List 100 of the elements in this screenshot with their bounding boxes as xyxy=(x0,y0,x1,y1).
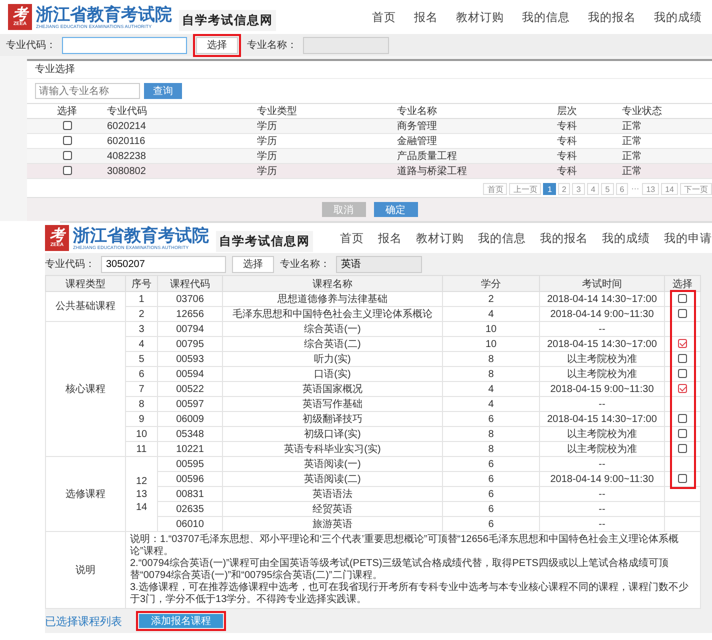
column-header: 选择 xyxy=(664,276,700,292)
checkbox[interactable] xyxy=(62,121,72,130)
field-label: 专业代码： xyxy=(45,258,95,271)
table-cell: 05348 xyxy=(158,426,222,442)
page-button[interactable]: 下一页 xyxy=(680,183,712,195)
checkbox[interactable] xyxy=(678,369,687,378)
nav-link[interactable]: 我的信息 xyxy=(478,230,526,246)
site-name: 自学考试信息网 xyxy=(216,230,313,252)
nav-link[interactable]: 教材订购 xyxy=(416,230,464,246)
table-cell: 以主考院校为准 xyxy=(540,366,664,382)
name-field[interactable] xyxy=(303,36,389,54)
checkbox[interactable] xyxy=(678,444,687,454)
table-cell: 2 xyxy=(126,306,158,322)
table-cell: 道路与桥梁工程 xyxy=(397,164,557,178)
table-cell: 学历 xyxy=(257,148,397,164)
column-header: 考试时间 xyxy=(540,276,664,292)
select-button[interactable]: 选择 xyxy=(196,36,238,54)
table-cell: 4082238 xyxy=(107,148,257,164)
table-cell: 以主考院校为准 xyxy=(540,442,664,456)
nav-link[interactable]: 我的成绩 xyxy=(602,230,650,246)
checkbox[interactable] xyxy=(678,339,687,348)
table-cell: 2018-04-14 14:30~17:00 xyxy=(540,292,664,306)
table-cell: 4 xyxy=(442,396,540,412)
code-field[interactable]: 3050207 xyxy=(101,256,226,272)
table-cell: 6020214 xyxy=(107,118,257,134)
table-cell: 10 xyxy=(126,426,158,442)
table-cell: 商务管理 xyxy=(397,118,557,134)
table-cell: 3 xyxy=(126,322,158,336)
nav-link[interactable]: 我的报名 xyxy=(540,230,588,246)
table-cell: 4 xyxy=(442,382,540,396)
table-cell: 学历 xyxy=(257,164,397,178)
table-cell: 6 xyxy=(442,486,540,502)
page-button[interactable]: 3 xyxy=(572,183,585,195)
table-cell: 初级翻译技巧 xyxy=(222,412,442,426)
checkbox[interactable] xyxy=(678,354,687,364)
table-cell: 4 xyxy=(126,336,158,352)
page-button[interactable]: 上一页 xyxy=(509,183,542,195)
nav-link[interactable]: 首页 xyxy=(372,10,396,24)
column-header: 课程类型 xyxy=(46,276,126,292)
nav-link[interactable]: 我的信息 xyxy=(522,10,570,24)
checkbox[interactable] xyxy=(62,151,72,160)
checkbox[interactable] xyxy=(678,384,687,394)
table-cell: 11 xyxy=(126,442,158,456)
column-header: 专业类型 xyxy=(257,104,397,118)
nav-link[interactable]: 我的成绩 xyxy=(654,10,702,24)
table-cell: 3080802 xyxy=(107,164,257,178)
logo-mark: 考 xyxy=(50,228,64,243)
table-cell: 6 xyxy=(442,412,540,426)
table-cell: 产品质量工程 xyxy=(397,148,557,164)
page-button[interactable]: 4 xyxy=(586,183,600,195)
table-cell: 00597 xyxy=(158,396,222,412)
page-button[interactable]: 首页 xyxy=(483,183,508,195)
page-button[interactable]: 14 xyxy=(661,183,678,195)
nav-link[interactable]: 报名 xyxy=(414,10,438,24)
table-cell: 以主考院校为准 xyxy=(540,352,664,366)
table-cell: 2018-04-15 14:30~17:00 xyxy=(540,412,664,426)
table-cell: 00522 xyxy=(158,382,222,396)
nav-link[interactable]: 报名 xyxy=(378,230,402,246)
table-cell: 专科 xyxy=(557,148,622,164)
table-cell: 12656 xyxy=(158,306,222,322)
select-button[interactable]: 选择 xyxy=(232,256,274,272)
code-field[interactable] xyxy=(62,36,187,54)
table-cell: 6 xyxy=(126,366,158,382)
table-cell: 英语阅读(一) xyxy=(222,456,442,472)
nav-link[interactable]: 教材订购 xyxy=(456,10,504,24)
page-button[interactable]: 2 xyxy=(558,183,570,195)
table-cell: 06010 xyxy=(158,516,222,532)
page-button[interactable]: 6 xyxy=(616,183,628,195)
search-field[interactable]: 请输入专业名称 xyxy=(35,83,140,99)
table-cell: 9 xyxy=(126,412,158,426)
page-button[interactable]: 13 xyxy=(642,183,660,195)
column-header: 学分 xyxy=(442,276,540,292)
table-cell: -- xyxy=(540,396,664,412)
checkbox[interactable] xyxy=(678,429,687,438)
page-button[interactable]: 5 xyxy=(601,183,614,195)
table-cell: 学历 xyxy=(257,118,397,134)
page-button[interactable]: 1 xyxy=(543,183,556,195)
nav-link[interactable]: 我的报名 xyxy=(588,10,636,24)
checkbox[interactable] xyxy=(678,309,687,318)
table-cell: 英语语法 xyxy=(222,486,442,502)
table-cell: 03706 xyxy=(158,292,222,306)
site-name: 自学考试信息网 xyxy=(179,10,276,30)
table-cell: 6 xyxy=(442,516,540,532)
checkbox[interactable] xyxy=(678,414,687,424)
table-cell: 2018-04-14 9:00~11:30 xyxy=(540,472,664,486)
table-cell: 8 xyxy=(442,366,540,382)
table-cell: 6 xyxy=(442,472,540,486)
checkbox[interactable] xyxy=(678,474,687,484)
table-cell: 初级口译(实) xyxy=(222,426,442,442)
table-cell: 英语专科毕业实习(实) xyxy=(222,442,442,456)
checkbox[interactable] xyxy=(678,294,687,304)
checkbox[interactable] xyxy=(62,166,72,176)
table-cell: 00595 xyxy=(158,456,222,472)
table-cell: 8 xyxy=(442,426,540,442)
table-cell: 2018-04-15 9:00~11:30 xyxy=(540,382,664,396)
name-field[interactable]: 英语 xyxy=(336,256,422,272)
nav-link[interactable]: 我的申请 xyxy=(664,230,712,246)
note-text: 3.选修课程，可在推荐选修课程中选考，也可在我省现行开考所有专科专业中选考与本专业核心课程不同的课程，课程门数不少于3门，学分不低于13学分。不得跨专业选择实践课。 xyxy=(130,582,690,606)
checkbox[interactable] xyxy=(62,136,72,146)
nav-link[interactable]: 首页 xyxy=(340,230,364,246)
